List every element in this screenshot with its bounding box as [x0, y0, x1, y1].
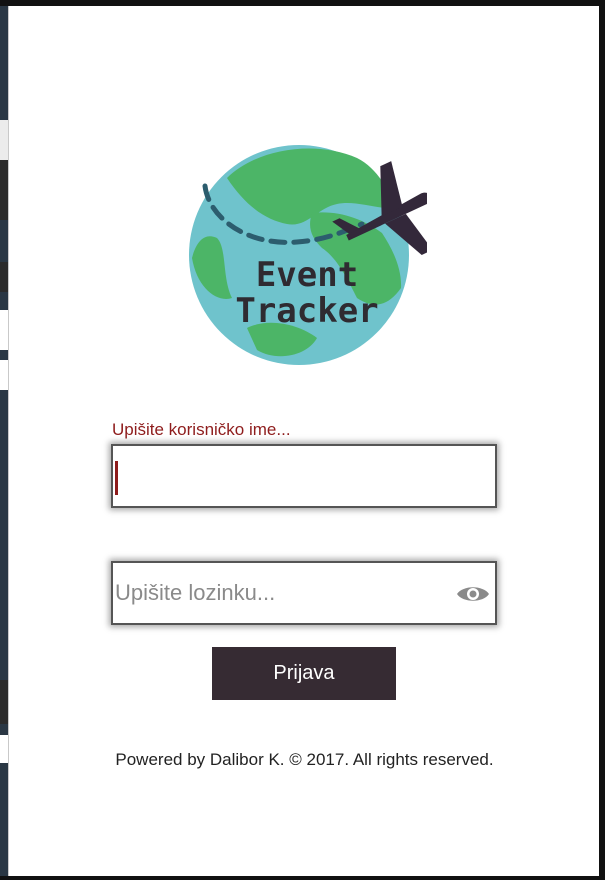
login-dialog: Event Tracker Upišite korisničko ime... …	[8, 6, 599, 876]
window-bottom-border	[0, 876, 605, 880]
text-caret	[115, 461, 118, 495]
logo-text-line2: Tracker	[235, 291, 378, 331]
window-right-border	[599, 0, 605, 880]
password-field[interactable]	[111, 561, 497, 625]
username-field[interactable]	[111, 444, 497, 508]
event-tracker-logo: Event Tracker	[189, 145, 427, 365]
login-button[interactable]: Prijava	[212, 647, 396, 700]
footer-copyright: Powered by Dalibor K. © 2017. All rights…	[115, 750, 494, 769]
eye-icon[interactable]	[455, 579, 491, 609]
username-label: Upišite korisničko ime...	[112, 420, 291, 439]
password-input[interactable]	[113, 563, 495, 623]
logo-text-line1: Event	[256, 255, 358, 295]
username-input[interactable]	[113, 446, 495, 506]
